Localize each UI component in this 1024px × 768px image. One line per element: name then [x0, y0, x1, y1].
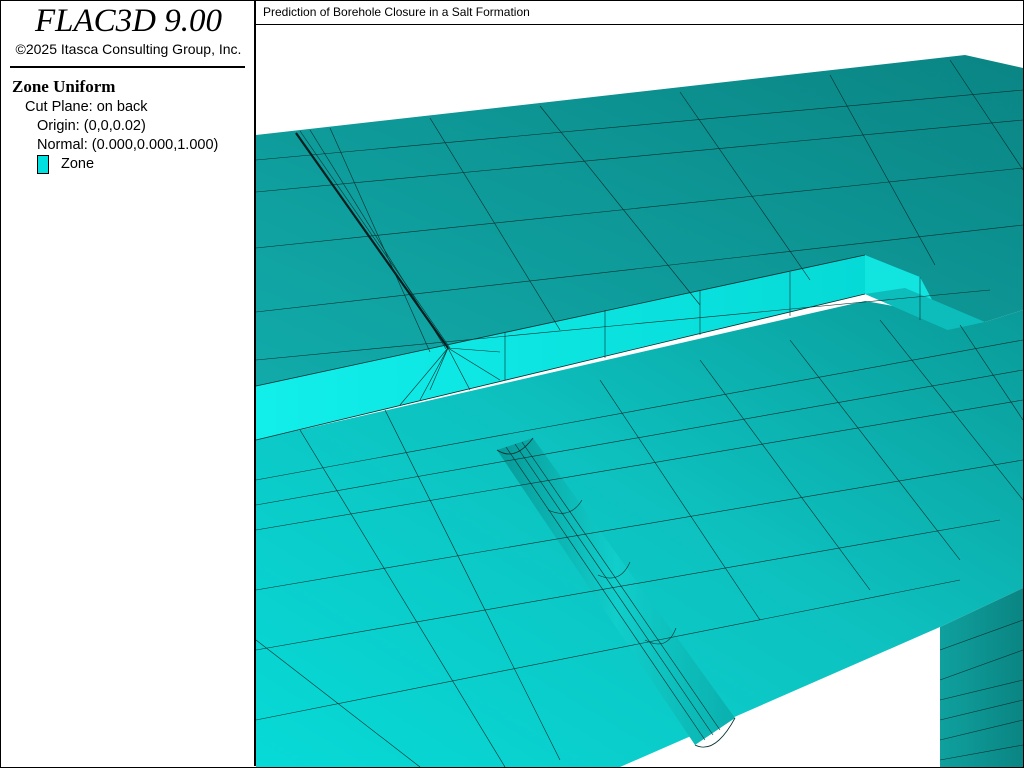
mesh-render[interactable] — [256, 25, 1023, 767]
copyright-text: ©2025 Itasca Consulting Group, Inc. — [15, 41, 242, 57]
legend-divider — [10, 66, 245, 68]
app-title: FLAC3D 9.00 — [34, 3, 222, 39]
cut-plane-normal: Normal: (0.000,0.000,1.000) — [37, 137, 219, 153]
plot-type-heading[interactable]: Zone Uniform — [12, 77, 115, 97]
zone-color-swatch — [37, 155, 49, 174]
cut-plane-origin: Origin: (0,0,0.02) — [37, 118, 146, 134]
legend-panel: FLAC3D 9.00 ©2025 Itasca Consulting Grou… — [1, 1, 256, 766]
cut-plane-label: Cut Plane: on back — [25, 99, 148, 115]
plot-title-bar: Prediction of Borehole Closure in a Salt… — [256, 1, 1023, 25]
plot-title: Prediction of Borehole Closure in a Salt… — [263, 5, 530, 19]
model-viewport[interactable]: Prediction of Borehole Closure in a Salt… — [256, 1, 1023, 767]
zone-legend-label: Zone — [61, 156, 95, 172]
